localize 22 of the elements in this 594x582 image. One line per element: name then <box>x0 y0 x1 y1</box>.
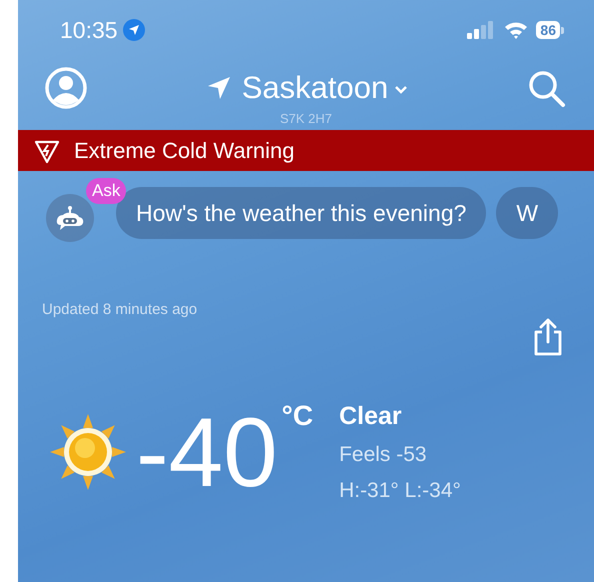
clock-time: 10:35 <box>60 16 118 44</box>
warning-text: Extreme Cold Warning <box>74 138 294 164</box>
profile-icon[interactable] <box>44 66 88 110</box>
condition: Clear <box>339 402 403 431</box>
wifi-icon <box>504 21 528 39</box>
temperature: -40 <box>136 402 278 500</box>
chevron-icon <box>394 85 408 95</box>
feels-like: Feels -53 <box>339 443 428 467</box>
updated-time: Updated 8 minutes ago <box>41 300 198 318</box>
location-arrow-icon <box>206 75 232 101</box>
city-selector[interactable]: Saskatoon <box>242 70 408 106</box>
sun-icon <box>48 412 128 492</box>
temperature-unit: °C <box>282 400 314 432</box>
robot-icon <box>55 205 85 231</box>
postal-code: S7K 2H7 <box>280 111 332 127</box>
suggestion-chip[interactable]: W <box>496 187 558 239</box>
warning-banner[interactable]: Extreme Cold Warning <box>18 130 594 171</box>
assistant-button[interactable] <box>46 194 94 242</box>
ask-badge: Ask <box>86 178 126 204</box>
share-icon[interactable] <box>532 318 564 356</box>
battery-indicator: 86 <box>536 21 564 39</box>
high-low: H:-31° L:-34° <box>339 479 461 503</box>
